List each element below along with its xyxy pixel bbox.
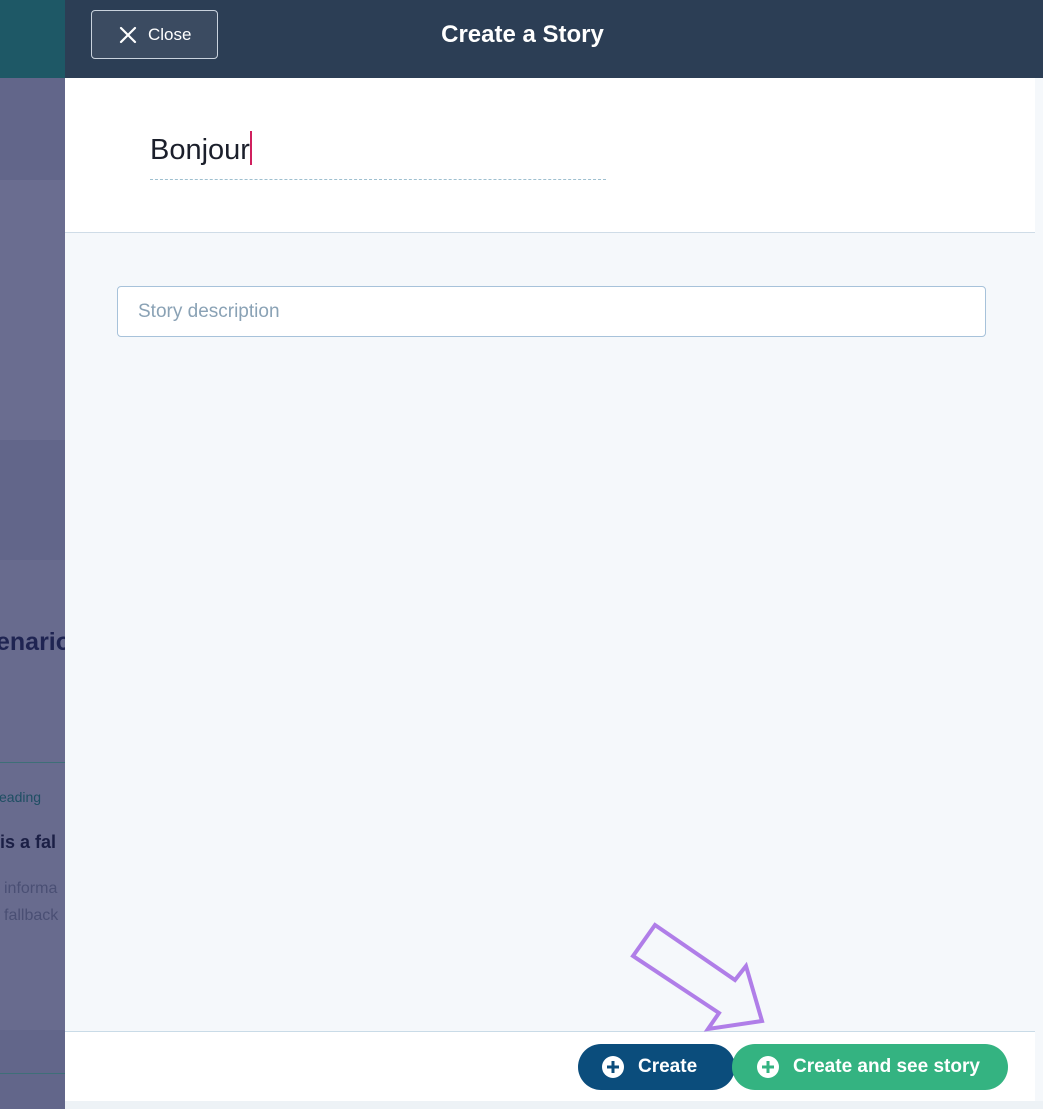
- background-item-description: informa: [4, 880, 58, 897]
- background-heading: enario: [0, 628, 72, 656]
- bottom-strip: [65, 1101, 1043, 1109]
- modal-footer: Create Create and see story: [65, 1031, 1035, 1101]
- create-button[interactable]: Create: [578, 1044, 735, 1090]
- background-item-title: is a fal: [0, 832, 57, 852]
- close-button-label: Close: [148, 24, 192, 44]
- create-and-see-story-button[interactable]: Create and see story: [732, 1044, 1008, 1090]
- close-icon: [119, 26, 137, 43]
- story-title-value: Bonjour: [150, 134, 250, 166]
- plus-circle-icon: [602, 1056, 624, 1078]
- text-caret: [249, 131, 252, 165]
- create-story-modal: Create a Story Close Bonjour Story descr…: [65, 0, 1043, 1109]
- story-description-placeholder: Story description: [138, 300, 280, 322]
- create-button-label: Create: [638, 1056, 698, 1077]
- modal-header: Create a Story Close: [65, 0, 1043, 78]
- background-item-description: fallback: [4, 907, 59, 924]
- story-title-input[interactable]: Bonjour: [150, 130, 606, 180]
- story-description-input[interactable]: Story description: [117, 286, 986, 337]
- plus-circle-icon: [757, 1056, 779, 1078]
- close-button[interactable]: Close: [91, 10, 218, 59]
- create-and-see-story-label: Create and see story: [793, 1056, 980, 1077]
- story-title-section: Bonjour: [65, 78, 1035, 233]
- background-label: eading: [0, 789, 42, 805]
